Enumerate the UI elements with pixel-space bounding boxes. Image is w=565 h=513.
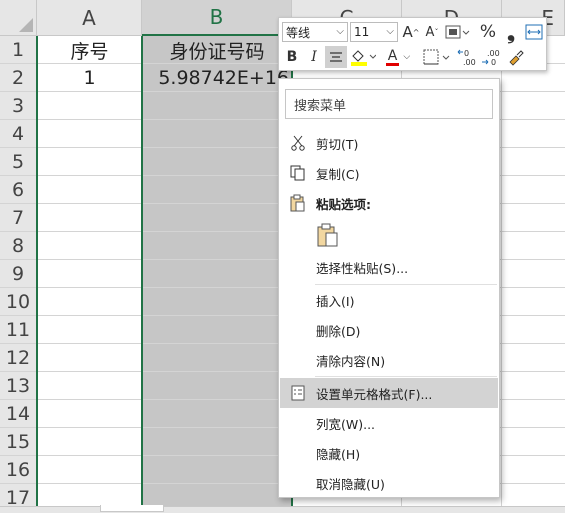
chevron-down-icon: ⌵ [403, 52, 411, 62]
font-name-combo[interactable]: 等线 ⌵ [282, 22, 348, 42]
paste-icon [280, 194, 316, 212]
decrease-decimal-glyph: .000 [482, 49, 500, 67]
format-painter-icon[interactable] [505, 46, 527, 68]
context-menu: 搜索菜单 剪切(T) 复制(C) 粘贴选项: 选择性粘贴(S)... 插入(I)… [278, 78, 500, 498]
format-cells-icon [280, 385, 316, 401]
svg-text:0: 0 [464, 49, 469, 58]
column-header-b[interactable]: B [142, 0, 292, 36]
row-header-12[interactable]: 12 [0, 344, 37, 372]
copy-icon [280, 165, 316, 181]
align-center-icon[interactable] [325, 46, 347, 68]
row-header-15[interactable]: 15 [0, 428, 37, 456]
fill-color-icon[interactable] [349, 46, 377, 68]
grow-font-icon[interactable]: A ^ [401, 22, 421, 42]
svg-text:0: 0 [491, 58, 496, 67]
borders-glyph [423, 49, 450, 65]
decrease-decimal-icon[interactable]: .00 0 [481, 46, 503, 68]
menu-item-clear-contents[interactable]: 清除内容(N) [280, 345, 498, 375]
svg-text:.00: .00 [463, 58, 476, 67]
row-header-9[interactable]: 9 [0, 260, 37, 288]
sheet-tab[interactable] [100, 505, 164, 512]
merge-glyph [525, 24, 543, 40]
cell-b2[interactable]: 5.98742E+16 [143, 64, 289, 92]
row-header-14[interactable]: 14 [0, 400, 37, 428]
chevron-down-icon: ⌵ [386, 26, 394, 37]
menu-item-format-cells[interactable]: 设置单元格格式(F)... [280, 378, 498, 408]
row-header-8[interactable]: 8 [0, 232, 37, 260]
shrink-font-icon[interactable]: Aˇ [422, 22, 442, 42]
column-header-a[interactable]: A [37, 0, 142, 36]
menu-search-input[interactable]: 搜索菜单 [285, 89, 493, 119]
cell-a2[interactable]: 1 [38, 64, 141, 92]
percent-icon[interactable]: % [477, 21, 499, 43]
menu-item-delete[interactable]: 删除(D) [280, 315, 498, 345]
row-header-6[interactable]: 6 [0, 176, 37, 204]
menu-item-cut[interactable]: 剪切(T) [280, 128, 498, 158]
grid-line [501, 36, 502, 512]
svg-text:.00: .00 [487, 49, 500, 58]
increase-decimal-glyph: 0.00 [457, 49, 476, 67]
menu-item-column-width[interactable]: 列宽(W)... [280, 408, 498, 438]
row-header-13[interactable]: 13 [0, 372, 37, 400]
menu-separator [315, 376, 497, 377]
row-header-1[interactable]: 1 [0, 36, 37, 64]
cut-icon [280, 135, 316, 151]
select-all-icon [19, 18, 33, 32]
italic-icon[interactable]: I [304, 46, 324, 68]
selection-border-left [36, 36, 38, 512]
increase-decimal-icon[interactable]: 0.00 [457, 46, 479, 68]
font-color-icon[interactable]: A ⌵ [383, 46, 413, 68]
menu-item-insert[interactable]: 插入(I) [280, 285, 498, 315]
paste-large-icon [317, 223, 338, 247]
selection-border-mid [141, 36, 143, 512]
menu-item-unhide[interactable]: 取消隐藏(U) [280, 468, 498, 498]
row-header-11[interactable]: 11 [0, 316, 37, 344]
cell-a1[interactable]: 序号 [38, 36, 141, 64]
merge-icon[interactable] [524, 22, 544, 42]
format-painter-glyph [509, 50, 524, 66]
comma-style-icon[interactable]: ❟ [502, 20, 520, 44]
menu-item-copy[interactable]: 复制(C) [280, 158, 498, 188]
align-center-glyph [330, 52, 342, 62]
row-header-4[interactable]: 4 [0, 120, 37, 148]
cell-style-glyph [445, 25, 470, 39]
mini-toolbar: 等线 ⌵ 11 ⌵ A ^ Aˇ % ❟ B I A ⌵ 0.00 .00 0 [278, 17, 547, 71]
select-all-button[interactable] [0, 0, 37, 36]
paste-button-row [280, 219, 498, 253]
row-header-7[interactable]: 7 [0, 204, 37, 232]
chevron-down-icon: ⌵ [336, 26, 344, 37]
fill-color-glyph [351, 50, 376, 66]
cell-b1[interactable]: 身份证号码 [143, 36, 291, 64]
cell-style-icon[interactable] [443, 22, 473, 42]
row-header-16[interactable]: 16 [0, 456, 37, 484]
menu-item-paste-special[interactable]: 选择性粘贴(S)... [280, 252, 498, 282]
row-header-5[interactable]: 5 [0, 148, 37, 176]
borders-icon[interactable] [421, 46, 453, 68]
row-header-10[interactable]: 10 [0, 288, 37, 316]
row-header-2[interactable]: 2 [0, 64, 37, 92]
row-header-3[interactable]: 3 [0, 92, 37, 120]
font-size-combo[interactable]: 11 ⌵ [350, 22, 398, 42]
menu-item-paste-options: 粘贴选项: [280, 188, 498, 218]
paste-button[interactable] [316, 223, 340, 249]
menu-item-hide[interactable]: 隐藏(H) [280, 438, 498, 468]
selected-column-b[interactable] [142, 36, 292, 512]
bold-icon[interactable]: B [282, 46, 302, 68]
